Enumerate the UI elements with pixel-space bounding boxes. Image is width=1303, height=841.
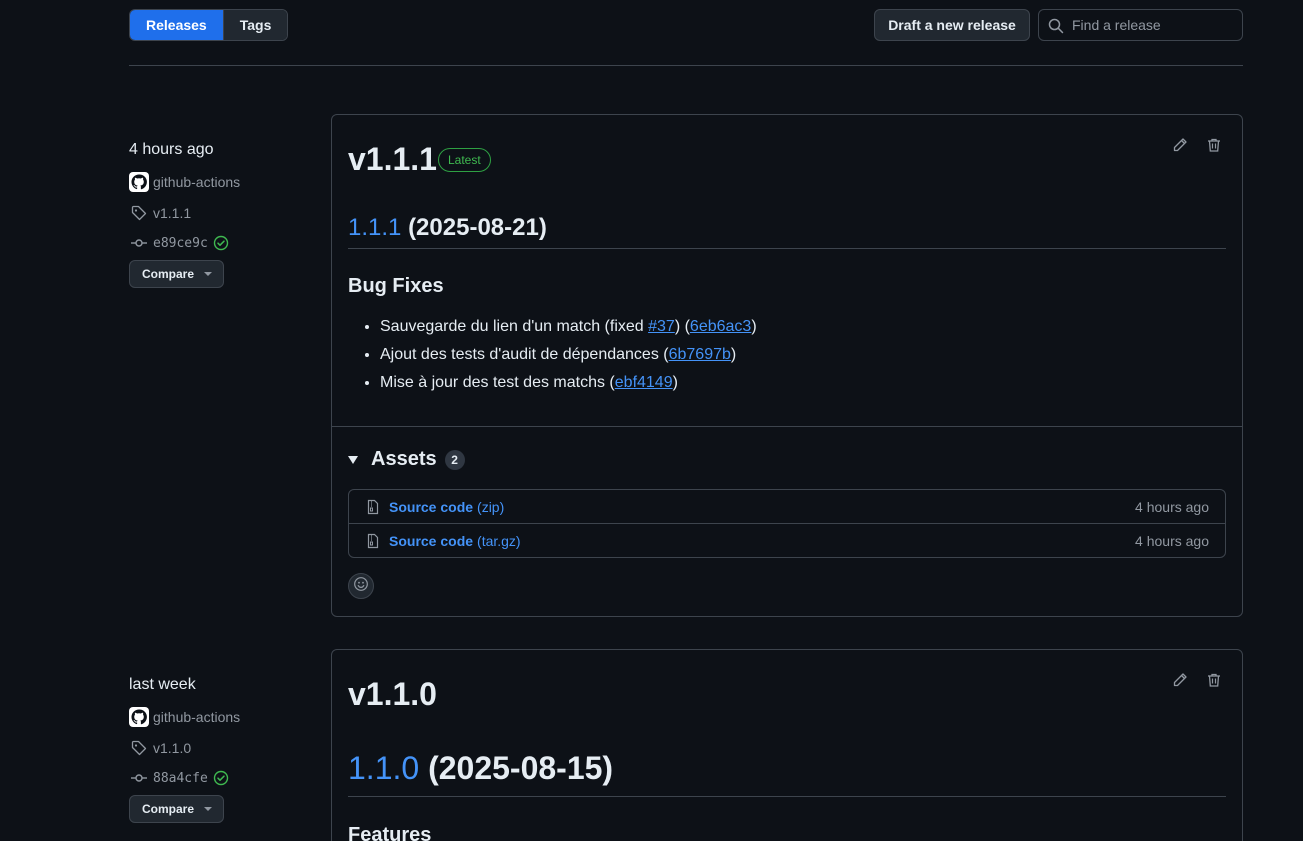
asset-row[interactable]: Source code (zip) 4 hours ago [349, 490, 1225, 524]
commit-icon [129, 233, 149, 253]
tag-icon [129, 203, 149, 223]
trash-icon[interactable] [1204, 670, 1224, 690]
version-link[interactable]: 1.1.1 [348, 214, 401, 241]
release-commit[interactable]: 88a4cfe [129, 768, 235, 788]
smiley-icon [353, 576, 369, 597]
commit-sha: 88a4cfe [153, 770, 208, 786]
asset-name[interactable]: Source code [389, 499, 473, 515]
release-author[interactable]: github-actions [129, 707, 240, 727]
asset-row[interactable]: Source code (tar.gz) 4 hours ago [349, 524, 1225, 558]
tag-name: v1.1.0 [153, 740, 192, 756]
file-zip-icon [365, 533, 381, 549]
list-item: Ajout des tests d'audit de dépendances (… [380, 343, 757, 371]
tab-tags[interactable]: Tags [223, 10, 288, 40]
divider [129, 65, 1243, 66]
heading-rule [348, 248, 1226, 249]
assets-toggle[interactable]: Assets 2 [348, 448, 465, 471]
compare-label: Compare [142, 802, 195, 816]
releases-tags-toggle: Releases Tags [129, 9, 289, 41]
file-zip-icon [365, 499, 381, 515]
version-link[interactable]: 1.1.0 [348, 750, 419, 786]
pencil-icon[interactable] [1170, 135, 1190, 155]
release-tag[interactable]: v1.1.0 [129, 738, 191, 758]
heading-rule [348, 796, 1226, 797]
list-item: Mise à jour des test des matchs (ebf4149… [380, 371, 757, 399]
trash-icon[interactable] [1204, 135, 1224, 155]
assets-count-badge: 2 [444, 449, 465, 470]
tag-name: v1.1.1 [153, 205, 192, 221]
release-time: last week [129, 676, 196, 693]
assets-label: Assets [371, 448, 437, 470]
asset-ext: (tar.gz) [477, 533, 521, 549]
search-icon [1048, 18, 1064, 39]
asset-ext: (zip) [477, 499, 505, 515]
draft-new-release-button[interactable]: Draft a new release [874, 9, 1030, 41]
section-heading: Features [348, 824, 432, 841]
tab-releases[interactable]: Releases [130, 10, 224, 40]
check-circle-icon [211, 233, 231, 253]
compare-button[interactable]: Compare [129, 795, 224, 823]
version-heading: 1.1.0 (2025-08-15) [348, 750, 613, 787]
author-name: github-actions [153, 709, 241, 725]
release-commit[interactable]: e89ce9c [129, 233, 235, 253]
asset-name[interactable]: Source code [389, 533, 473, 549]
release-notes-list: Sauvegarde du lien d'un match (fixed #37… [380, 315, 757, 399]
version-date: (2025-08-15) [428, 750, 614, 786]
compare-label: Compare [142, 267, 195, 281]
add-reaction-button[interactable] [348, 573, 374, 599]
commit-link[interactable]: 6eb6ac3 [690, 318, 751, 335]
release-title[interactable]: v1.1.1 [348, 141, 437, 178]
version-date: (2025-08-21) [408, 214, 547, 241]
release-card: v1.1.0 1.1.0 (2025-08-15) Features [331, 649, 1243, 841]
compare-button[interactable]: Compare [129, 260, 224, 288]
assets-list: Source code (zip) 4 hours ago Source cod… [348, 489, 1226, 558]
release-time: 4 hours ago [129, 141, 214, 158]
release-author[interactable]: github-actions [129, 172, 240, 192]
author-name: github-actions [153, 174, 241, 190]
asset-time: 4 hours ago [1135, 499, 1209, 515]
release-title[interactable]: v1.1.0 [348, 676, 437, 713]
section-heading: Bug Fixes [348, 275, 444, 297]
commit-link[interactable]: ebf4149 [615, 374, 673, 391]
commit-link[interactable]: 6b7697b [669, 346, 731, 363]
commit-sha: e89ce9c [153, 235, 208, 251]
latest-badge: Latest [438, 148, 491, 172]
chevron-down-icon [204, 807, 213, 811]
chevron-down-icon [204, 272, 213, 276]
github-logo-icon [129, 172, 149, 192]
asset-time: 4 hours ago [1135, 533, 1209, 549]
search-box [1038, 9, 1243, 41]
list-item: Sauvegarde du lien d'un match (fixed #37… [380, 315, 757, 343]
commit-icon [129, 768, 149, 788]
version-heading: 1.1.1 (2025-08-21) [348, 214, 547, 242]
github-logo-icon [129, 707, 149, 727]
tag-icon [129, 738, 149, 758]
release-tag[interactable]: v1.1.1 [129, 203, 191, 223]
assets-divider [332, 426, 1242, 427]
release-card: v1.1.1 Latest 1.1.1 (2025-08-21) Bug Fix… [331, 114, 1243, 617]
issue-link[interactable]: #37 [648, 318, 675, 335]
triangle-down-icon [348, 455, 358, 464]
search-input[interactable] [1072, 17, 1232, 33]
pencil-icon[interactable] [1170, 670, 1190, 690]
check-circle-icon [211, 768, 231, 788]
